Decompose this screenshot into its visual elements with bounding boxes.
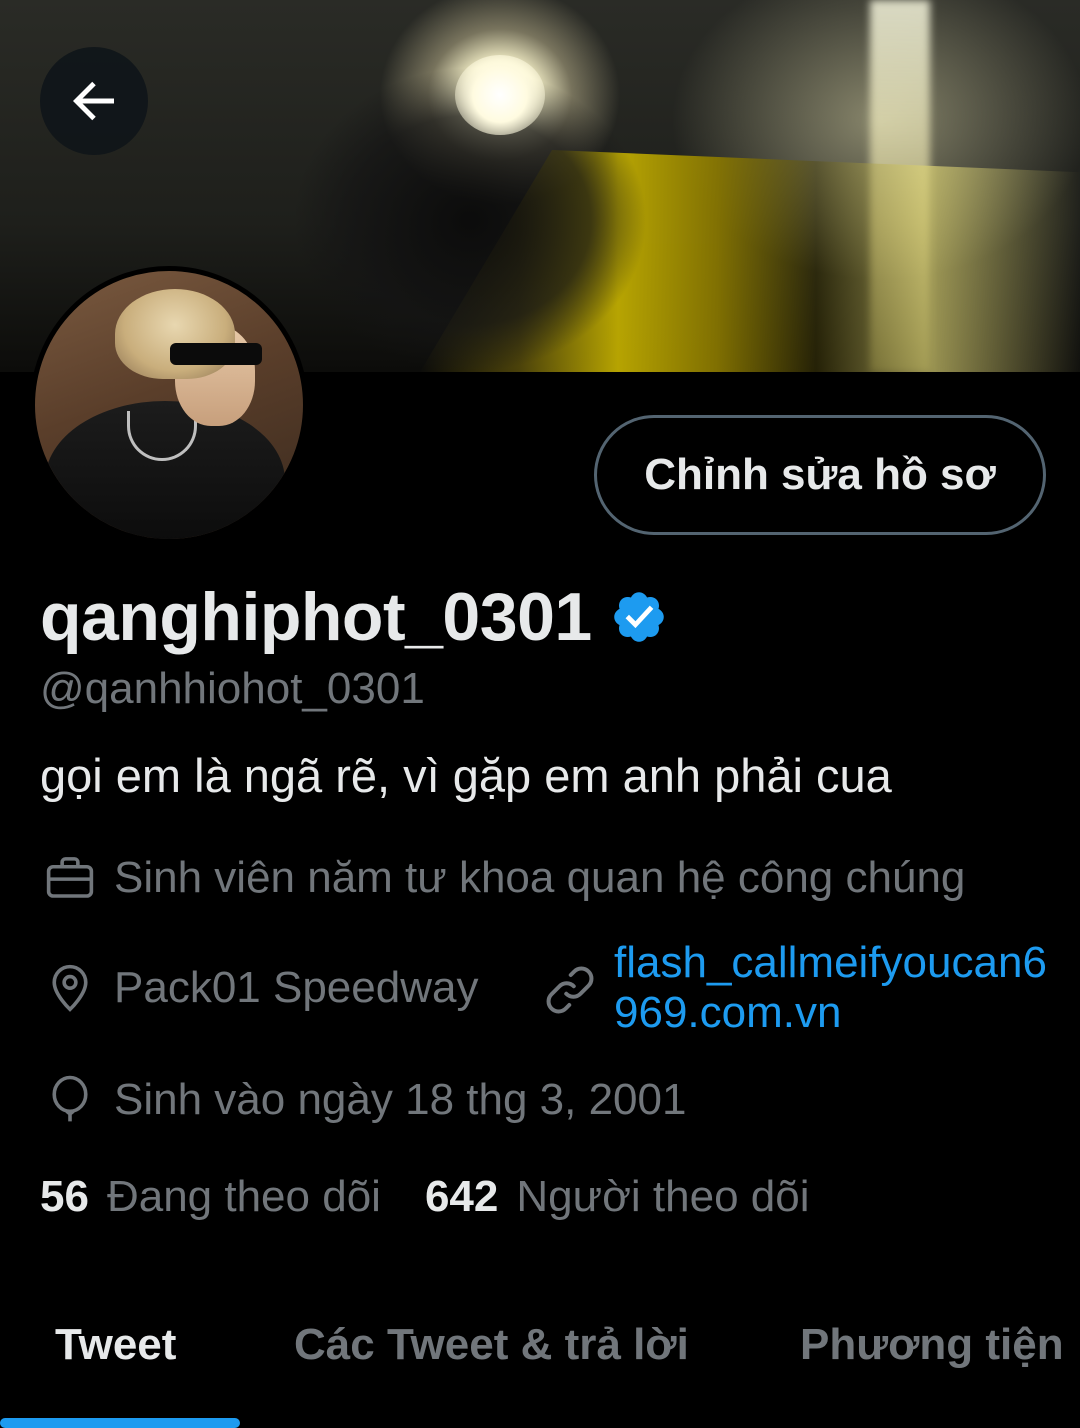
briefcase-icon bbox=[42, 850, 98, 906]
profile-birthday-text: Sinh vào ngày 18 thg 3, 2001 bbox=[114, 1075, 687, 1124]
display-name: qanghiphot_0301 bbox=[40, 579, 592, 655]
profile-job: Sinh viên năm tư khoa quan hệ công chúng bbox=[42, 850, 965, 906]
user-handle: @qanhhiohot_0301 bbox=[40, 664, 425, 713]
profile-location-text: Pack01 Speedway bbox=[114, 963, 479, 1012]
avatar-hair bbox=[115, 289, 235, 379]
following-label: Đang theo dõi bbox=[106, 1172, 381, 1221]
followers-link[interactable]: 642 Người theo dõi bbox=[425, 1172, 810, 1222]
follow-stats: 56 Đang theo dõi 642 Người theo dõi bbox=[40, 1172, 810, 1222]
tab-tweets-and-replies[interactable]: Các Tweet & trả lời bbox=[294, 1320, 689, 1370]
edit-profile-button[interactable]: Chỉnh sửa hồ sơ bbox=[594, 415, 1046, 535]
map-pin-icon bbox=[42, 960, 98, 1016]
followers-label: Người theo dõi bbox=[516, 1172, 810, 1221]
active-tab-indicator bbox=[0, 1418, 240, 1428]
profile-bio: gọi em là ngã rẽ, vì gặp em anh phải cua bbox=[40, 749, 892, 802]
tab-media[interactable]: Phương tiện bbox=[800, 1320, 1064, 1370]
balloon-icon bbox=[42, 1072, 98, 1128]
profile-birthday: Sinh vào ngày 18 thg 3, 2001 bbox=[42, 1072, 686, 1128]
display-name-row: qanghiphot_0301 bbox=[40, 578, 668, 656]
avatar[interactable] bbox=[30, 266, 308, 544]
following-link[interactable]: 56 Đang theo dõi bbox=[40, 1172, 381, 1222]
tab-tweets[interactable]: Tweet bbox=[55, 1320, 176, 1370]
profile-job-text: Sinh viên năm tư khoa quan hệ công chúng bbox=[114, 853, 966, 902]
profile-website-link[interactable]: flash_callmeifyoucan6969.com.vn bbox=[614, 938, 1054, 1038]
arrow-left-icon bbox=[73, 81, 114, 121]
followers-count: 642 bbox=[424, 1172, 499, 1221]
link-icon bbox=[540, 960, 600, 1020]
profile-location: Pack01 Speedway bbox=[42, 960, 478, 1016]
avatar-sunglasses bbox=[170, 343, 262, 365]
banner-light-source bbox=[455, 55, 545, 135]
back-button[interactable] bbox=[40, 47, 148, 155]
verified-badge-icon[interactable] bbox=[610, 588, 668, 646]
following-count: 56 bbox=[40, 1172, 89, 1221]
profile-tabs: Tweet Các Tweet & trả lời Phương tiện bbox=[0, 1300, 1080, 1428]
